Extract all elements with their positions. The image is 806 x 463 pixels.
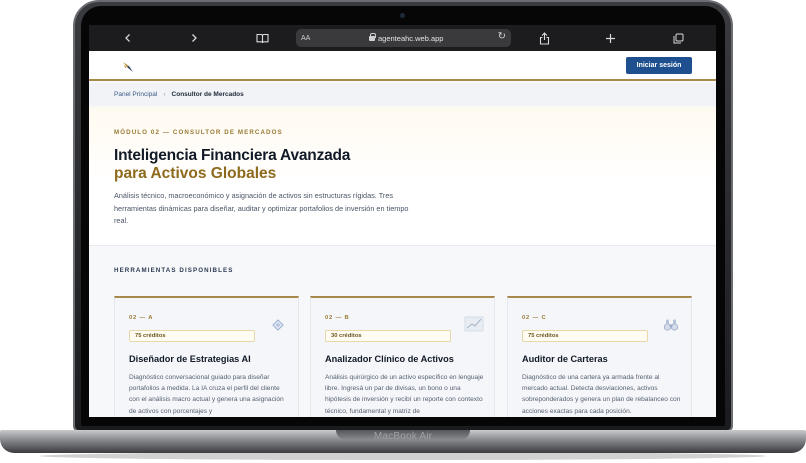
page-title: Inteligencia Financiera Avanzada bbox=[114, 147, 351, 164]
tool-code: 02 — B bbox=[325, 315, 350, 321]
back-icon[interactable] bbox=[119, 29, 137, 47]
credits-badge: 75 créditos bbox=[129, 330, 255, 342]
tool-description: Diagnóstico de una cartera ya armada fre… bbox=[522, 374, 681, 415]
bookmarks-icon[interactable] bbox=[253, 29, 271, 47]
credits-badge: 30 créditos bbox=[325, 330, 451, 342]
tool-code: 02 — C bbox=[522, 315, 547, 321]
site-header: Iniciar sesión bbox=[89, 51, 716, 81]
tool-card-strategy-designer[interactable]: 02 — A 75 créditos Diseñador de Estrateg… bbox=[114, 296, 299, 417]
hero-section: MÓDULO 02 — CONSULTOR DE MERCADOS Inteli… bbox=[89, 107, 716, 246]
page-title-accent: para Activos Globales bbox=[114, 165, 277, 182]
tool-title: Auditor de Carteras bbox=[522, 354, 608, 364]
browser-toolbar: AA agenteahc.web.app ↻ bbox=[89, 25, 716, 51]
breadcrumb-home-link[interactable]: Panel Principal bbox=[114, 91, 157, 98]
forward-icon[interactable] bbox=[185, 29, 203, 47]
credits-badge: 75 créditos bbox=[522, 330, 648, 342]
tool-card-asset-analyzer[interactable]: 02 — B 30 créditos Analizador Clínico de… bbox=[310, 296, 495, 417]
tool-title: Diseñador de Estrategias AI bbox=[129, 354, 251, 364]
tool-description: Diagnóstico conversacional guiado para d… bbox=[129, 374, 284, 415]
new-tab-icon[interactable] bbox=[601, 29, 619, 47]
breadcrumb-separator: › bbox=[163, 91, 166, 98]
url-text[interactable]: agenteahc.web.app bbox=[378, 34, 443, 43]
login-button[interactable]: Iniciar sesión bbox=[626, 57, 692, 74]
model-label: MacBook Air bbox=[373, 431, 433, 442]
breadcrumb-current: Consultor de Mercados bbox=[171, 91, 244, 98]
tool-title: Analizador Clínico de Activos bbox=[325, 354, 454, 364]
diamond-icon bbox=[270, 318, 286, 332]
chart-icon bbox=[464, 316, 484, 332]
module-eyebrow: MÓDULO 02 — CONSULTOR DE MERCADOS bbox=[114, 129, 283, 136]
share-icon[interactable] bbox=[535, 29, 553, 47]
tools-section-label: HERRAMIENTAS DISPONIBLES bbox=[114, 267, 234, 274]
binoculars-icon bbox=[663, 318, 679, 332]
laptop-shadow bbox=[40, 452, 766, 460]
tabs-icon[interactable] bbox=[669, 29, 687, 47]
address-bar[interactable]: AA agenteahc.web.app ↻ bbox=[296, 29, 511, 47]
tool-code: 02 — A bbox=[129, 315, 154, 321]
breadcrumb: Panel Principal › Consultor de Mercados bbox=[89, 83, 716, 106]
tool-description: Análisis quirúrgico de un activo específ… bbox=[325, 374, 484, 415]
lock-icon bbox=[369, 33, 376, 41]
logo-icon[interactable] bbox=[122, 60, 134, 72]
tool-card-portfolio-auditor[interactable]: 02 — C 75 créditos Auditor de Carteras D… bbox=[507, 296, 692, 417]
camera-icon bbox=[400, 13, 405, 18]
reload-icon[interactable]: ↻ bbox=[498, 31, 506, 42]
page-description: Análisis técnico, macroeconómico y asign… bbox=[114, 191, 409, 225]
text-size-button[interactable]: AA bbox=[301, 35, 310, 42]
screen: AA agenteahc.web.app ↻ Iniciar sesión Pa… bbox=[89, 25, 716, 417]
